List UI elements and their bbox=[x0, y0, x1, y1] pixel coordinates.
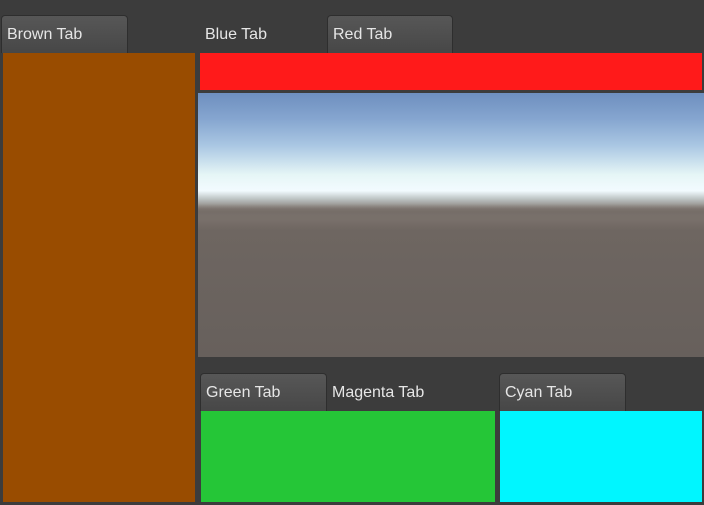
tab-brown[interactable]: Brown Tab bbox=[1, 15, 128, 53]
tab-label: Red Tab bbox=[333, 26, 393, 43]
scene-view[interactable] bbox=[198, 93, 704, 357]
tab-cyan[interactable]: Cyan Tab bbox=[499, 373, 626, 411]
tab-magenta[interactable]: Magenta Tab bbox=[326, 373, 454, 411]
cyan-content-area bbox=[500, 411, 702, 502]
tab-green[interactable]: Green Tab bbox=[200, 373, 327, 411]
red-content-area bbox=[200, 53, 702, 90]
tab-label: Magenta Tab bbox=[332, 384, 425, 401]
tab-label: Green Tab bbox=[206, 384, 281, 401]
brown-content-area bbox=[3, 53, 195, 502]
tab-label: Brown Tab bbox=[7, 26, 83, 43]
tab-red[interactable]: Red Tab bbox=[327, 15, 453, 53]
green-content-area bbox=[201, 411, 495, 502]
tab-label: Cyan Tab bbox=[505, 384, 573, 401]
tab-label: Blue Tab bbox=[205, 26, 267, 43]
tab-blue[interactable]: Blue Tab bbox=[199, 15, 326, 53]
